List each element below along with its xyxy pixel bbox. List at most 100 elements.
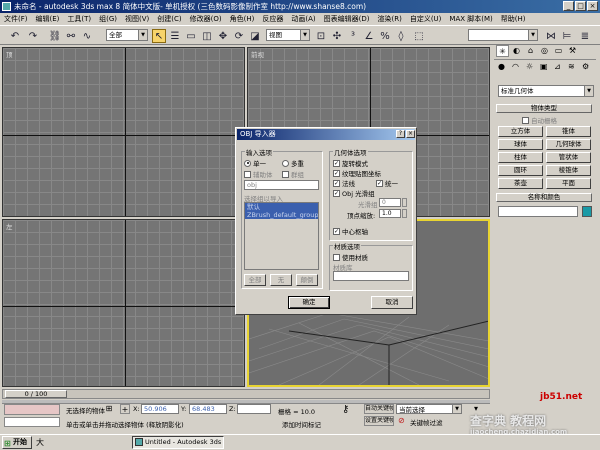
select-move-icon[interactable]: ✥ bbox=[216, 29, 230, 43]
cylinder-button[interactable]: 柱体 bbox=[498, 152, 543, 163]
group-checkbox[interactable] bbox=[282, 170, 289, 178]
menu-graph-editors[interactable]: 图表编辑器(D) bbox=[324, 14, 370, 24]
group-list[interactable]: 默认 ZBrush_default_group bbox=[244, 202, 319, 270]
normals-option[interactable]: ✓ 法线 bbox=[333, 178, 355, 188]
key-filters-button[interactable]: 关键帧过滤 bbox=[410, 417, 443, 427]
single-option[interactable]: 单一 bbox=[244, 158, 266, 168]
object-color-swatch[interactable] bbox=[582, 206, 592, 217]
obj-name-field[interactable]: obj bbox=[244, 180, 319, 190]
undo-icon[interactable]: ↶ bbox=[8, 29, 22, 43]
group-option[interactable]: 群组 bbox=[282, 169, 304, 179]
manipulate-icon[interactable]: ✣ bbox=[330, 29, 344, 43]
auto-key-button[interactable]: 自动关键帧 bbox=[364, 404, 394, 414]
motion-tab-icon[interactable]: ◎ bbox=[538, 45, 551, 57]
smooth-spinner-arrows[interactable] bbox=[402, 198, 407, 207]
use-material-checkbox[interactable] bbox=[333, 253, 340, 261]
create-tab-icon[interactable]: ✳ bbox=[496, 45, 509, 57]
z-coordinate-field[interactable] bbox=[237, 404, 271, 414]
window-crossing-icon[interactable]: ◫ bbox=[200, 29, 214, 43]
menu-edit[interactable]: 编辑(E) bbox=[36, 14, 60, 24]
select-none-button[interactable]: 无 bbox=[270, 274, 292, 286]
unify-option[interactable]: ✓ 统一 bbox=[376, 178, 398, 188]
layer-manager-icon[interactable]: ≣ bbox=[578, 29, 592, 43]
normals-checkbox[interactable]: ✓ bbox=[333, 179, 340, 187]
helper-option[interactable]: 辅助体 bbox=[244, 169, 273, 179]
hierarchy-tab-icon[interactable]: ⌂ bbox=[524, 45, 537, 57]
maxscript-mini-input[interactable] bbox=[4, 417, 60, 427]
plane-button[interactable]: 平面 bbox=[546, 178, 591, 189]
unlink-icon[interactable]: ⚯ bbox=[64, 29, 78, 43]
pivot-center-icon[interactable]: ⊡ bbox=[314, 29, 328, 43]
mirror-icon[interactable]: ⋈ bbox=[544, 29, 558, 43]
minimize-button[interactable]: _ bbox=[563, 1, 574, 11]
link-icon[interactable]: ⛓ bbox=[48, 29, 62, 43]
viewport-label-left[interactable]: 左 bbox=[6, 221, 13, 231]
shapes-icon[interactable]: ◠ bbox=[512, 62, 519, 71]
helper-checkbox[interactable] bbox=[244, 170, 251, 178]
bind-spacewarp-icon[interactable]: ∿ bbox=[80, 29, 94, 43]
pyramid-button[interactable]: 棱锥体 bbox=[546, 165, 591, 176]
group-list-item[interactable]: 默认 bbox=[245, 203, 318, 211]
ok-button[interactable]: 确定 bbox=[288, 296, 330, 309]
rectangular-selection-icon[interactable]: ▭ bbox=[184, 29, 198, 43]
menu-tools[interactable]: 工具(T) bbox=[67, 14, 91, 24]
redo-icon[interactable]: ↷ bbox=[26, 29, 40, 43]
input-method-icon[interactable]: 大 bbox=[36, 437, 46, 448]
time-slider[interactable]: 0 / 100 bbox=[2, 389, 490, 399]
start-button[interactable]: ⊞ 开始 bbox=[2, 436, 32, 449]
select-all-button[interactable]: 全部 bbox=[244, 274, 266, 286]
set-key-button[interactable]: 设置关键帧 bbox=[364, 416, 394, 426]
use-material-option[interactable]: 使用材质 bbox=[333, 252, 368, 262]
name-color-rollout-header[interactable]: 名称和颜色 bbox=[496, 193, 592, 202]
geometry-icon[interactable]: ● bbox=[498, 62, 505, 71]
percent-snap-icon[interactable]: % bbox=[378, 29, 392, 43]
reference-coordinate-dropdown[interactable]: 视图 ▼ bbox=[266, 29, 310, 41]
autogrid-option[interactable]: 自动栅格 bbox=[522, 115, 557, 125]
viewport-top[interactable]: 顶 bbox=[2, 47, 245, 217]
angle-snap-icon[interactable]: ∠ bbox=[362, 29, 376, 43]
help-button[interactable]: ? bbox=[396, 130, 405, 138]
menu-group[interactable]: 组(G) bbox=[99, 14, 117, 24]
select-rotate-icon[interactable]: ⟳ bbox=[232, 29, 246, 43]
taskbar-app-button[interactable]: Untitled - Autodesk 3ds ... bbox=[132, 436, 224, 449]
maximize-button[interactable]: □ bbox=[575, 1, 586, 11]
lock-selection-icon[interactable]: ⊞ bbox=[104, 404, 114, 414]
select-scale-icon[interactable]: ◪ bbox=[248, 29, 262, 43]
center-pivot-checkbox[interactable]: ✓ bbox=[333, 227, 340, 235]
maxscript-listener[interactable] bbox=[4, 404, 60, 415]
named-selection-sets-dropdown[interactable]: ▼ bbox=[468, 29, 538, 41]
geometry-category-dropdown[interactable]: 标准几何体 ▼ bbox=[498, 85, 594, 97]
time-slider-thumb[interactable]: 0 / 100 bbox=[5, 390, 67, 398]
selection-set-dropdown[interactable]: 当前选择 ▼ bbox=[396, 404, 462, 414]
add-time-tag[interactable]: 添加时间标记 bbox=[282, 419, 321, 429]
object-name-input[interactable] bbox=[498, 206, 578, 217]
object-type-rollout-header[interactable]: 物体类型 bbox=[496, 104, 592, 113]
teapot-button[interactable]: 茶壶 bbox=[498, 178, 543, 189]
smooth-group-option[interactable]: ✓ Obj 光滑组 bbox=[333, 188, 375, 198]
viewport-label-top[interactable]: 顶 bbox=[6, 49, 13, 59]
modify-tab-icon[interactable]: ◐ bbox=[510, 45, 523, 57]
systems-icon[interactable]: ⚙ bbox=[582, 62, 589, 71]
cancel-button[interactable]: 取消 bbox=[371, 296, 413, 309]
key-mode-icon[interactable]: ⊘ bbox=[398, 416, 408, 426]
selection-filter-dropdown[interactable]: 全部 ▼ bbox=[106, 29, 148, 41]
geosphere-button[interactable]: 几何球体 bbox=[546, 139, 591, 150]
smooth-spinner[interactable]: 0 bbox=[379, 198, 401, 207]
named-selection-icon[interactable]: ⬚ bbox=[412, 29, 426, 43]
smooth-group-checkbox[interactable]: ✓ bbox=[333, 189, 340, 197]
group-list-item[interactable]: ZBrush_default_group bbox=[245, 211, 318, 219]
helpers-icon[interactable]: ⊿ bbox=[554, 62, 561, 71]
menu-reactor[interactable]: 反应器 bbox=[262, 14, 283, 24]
vertex-scale-spinner-arrows[interactable] bbox=[402, 209, 407, 218]
menu-file[interactable]: 文件(F) bbox=[4, 14, 28, 24]
lights-icon[interactable]: ☼ bbox=[526, 62, 533, 71]
menu-help[interactable]: 帮助(H) bbox=[501, 14, 526, 24]
box-button[interactable]: 立方体 bbox=[498, 126, 543, 137]
menu-modifiers[interactable]: 修改器(O) bbox=[190, 14, 222, 24]
material-library-input[interactable] bbox=[333, 271, 409, 281]
close-button[interactable]: × bbox=[587, 1, 598, 11]
menu-rendering[interactable]: 渲染(R) bbox=[378, 14, 402, 24]
utilities-tab-icon[interactable]: ⚒ bbox=[566, 45, 579, 57]
absolute-mode-icon[interactable]: + bbox=[120, 404, 130, 414]
texcoords-option[interactable]: ✓ 纹理贴图坐标 bbox=[333, 168, 381, 178]
